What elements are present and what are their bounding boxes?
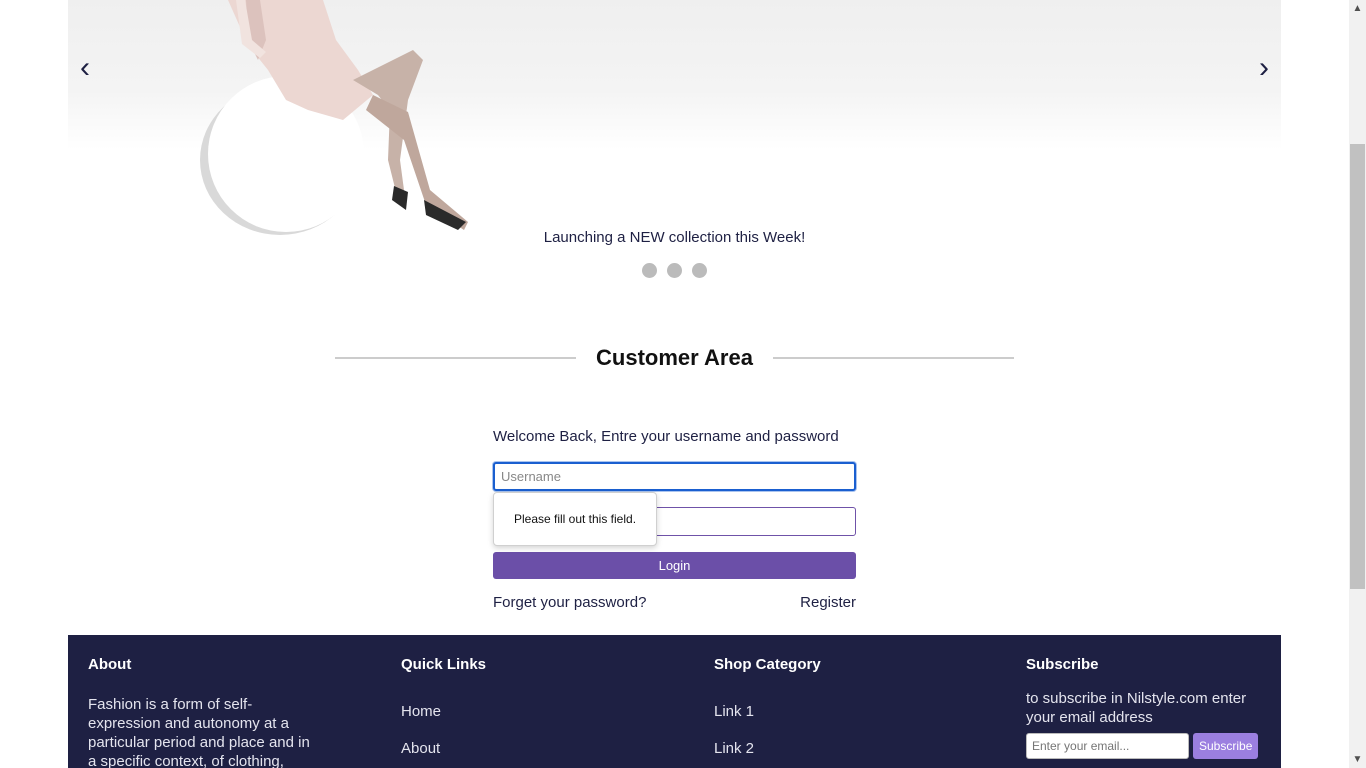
register-link[interactable]: Register [800,594,856,611]
slider-dot-2[interactable] [667,263,682,278]
scroll-down-arrow-icon[interactable]: ▼ [1349,751,1366,768]
footer-subscribe-text: to subscribe in Nilstyle.com enter your … [1026,690,1247,726]
scroll-up-arrow-icon[interactable]: ▲ [1349,0,1366,17]
footer-subscribe: Subscribe to subscribe in Nilstyle.com e… [1026,656,1266,759]
footer-subscribe-title: Subscribe [1026,656,1099,673]
vertical-scrollbar[interactable]: ▲ ▼ [1349,0,1366,768]
validation-message: Please fill out this field. [513,512,637,526]
scrollbar-thumb[interactable] [1350,144,1365,589]
login-button[interactable]: Login [493,552,856,579]
footer: About Fashion is a form of self-expressi… [68,635,1281,768]
slider-next-arrow[interactable]: › [1259,48,1269,88]
slider-dots [68,263,1281,283]
footer-about: About Fashion is a form of self-expressi… [88,656,328,768]
slide-caption: Launching a NEW collection this Week! [543,229,806,246]
customer-area-heading: Customer Area [335,338,1014,378]
welcome-text: Welcome Back, Entre your username and pa… [493,428,839,445]
footer-about-text: Fashion is a form of self-expression and… [88,696,310,768]
footer-quick-links-title: Quick Links [401,656,487,673]
footer-shop-category: Shop Category Link 1 Link 2 [714,656,954,757]
footer-link-home[interactable]: Home [401,703,641,720]
footer-link-about[interactable]: About [401,740,641,757]
login-links: Forget your password? Register [493,594,856,611]
slider-dot-1[interactable] [641,263,657,278]
footer-quick-links: Quick Links Home About [401,656,641,757]
footer-category-link-1[interactable]: Link 1 [714,703,954,720]
footer-about-title: About [88,656,132,673]
section-title: Customer Area [596,345,753,370]
heading-divider-right [772,357,1014,359]
slider-dot-3[interactable] [692,263,708,278]
hero-slider: ‹ › Launching a NEW collection this Week… [68,0,1281,292]
forgot-password-link[interactable]: Forget your password? [493,594,646,611]
subscribe-button[interactable]: Subscribe [1193,733,1258,759]
page: ‹ › Launching a NEW collection this Week… [0,0,1349,768]
heading-divider-left [335,357,577,359]
footer-category-link-2[interactable]: Link 2 [714,740,954,757]
footer-shop-category-title: Shop Category [714,656,821,673]
slider-prev-arrow[interactable]: ‹ [80,48,90,88]
validation-tooltip: Please fill out this field. [493,492,657,546]
subscribe-email-input[interactable] [1026,733,1189,759]
slide-image [200,0,468,235]
subscribe-form: Subscribe [1026,733,1266,759]
username-input[interactable] [493,462,856,491]
